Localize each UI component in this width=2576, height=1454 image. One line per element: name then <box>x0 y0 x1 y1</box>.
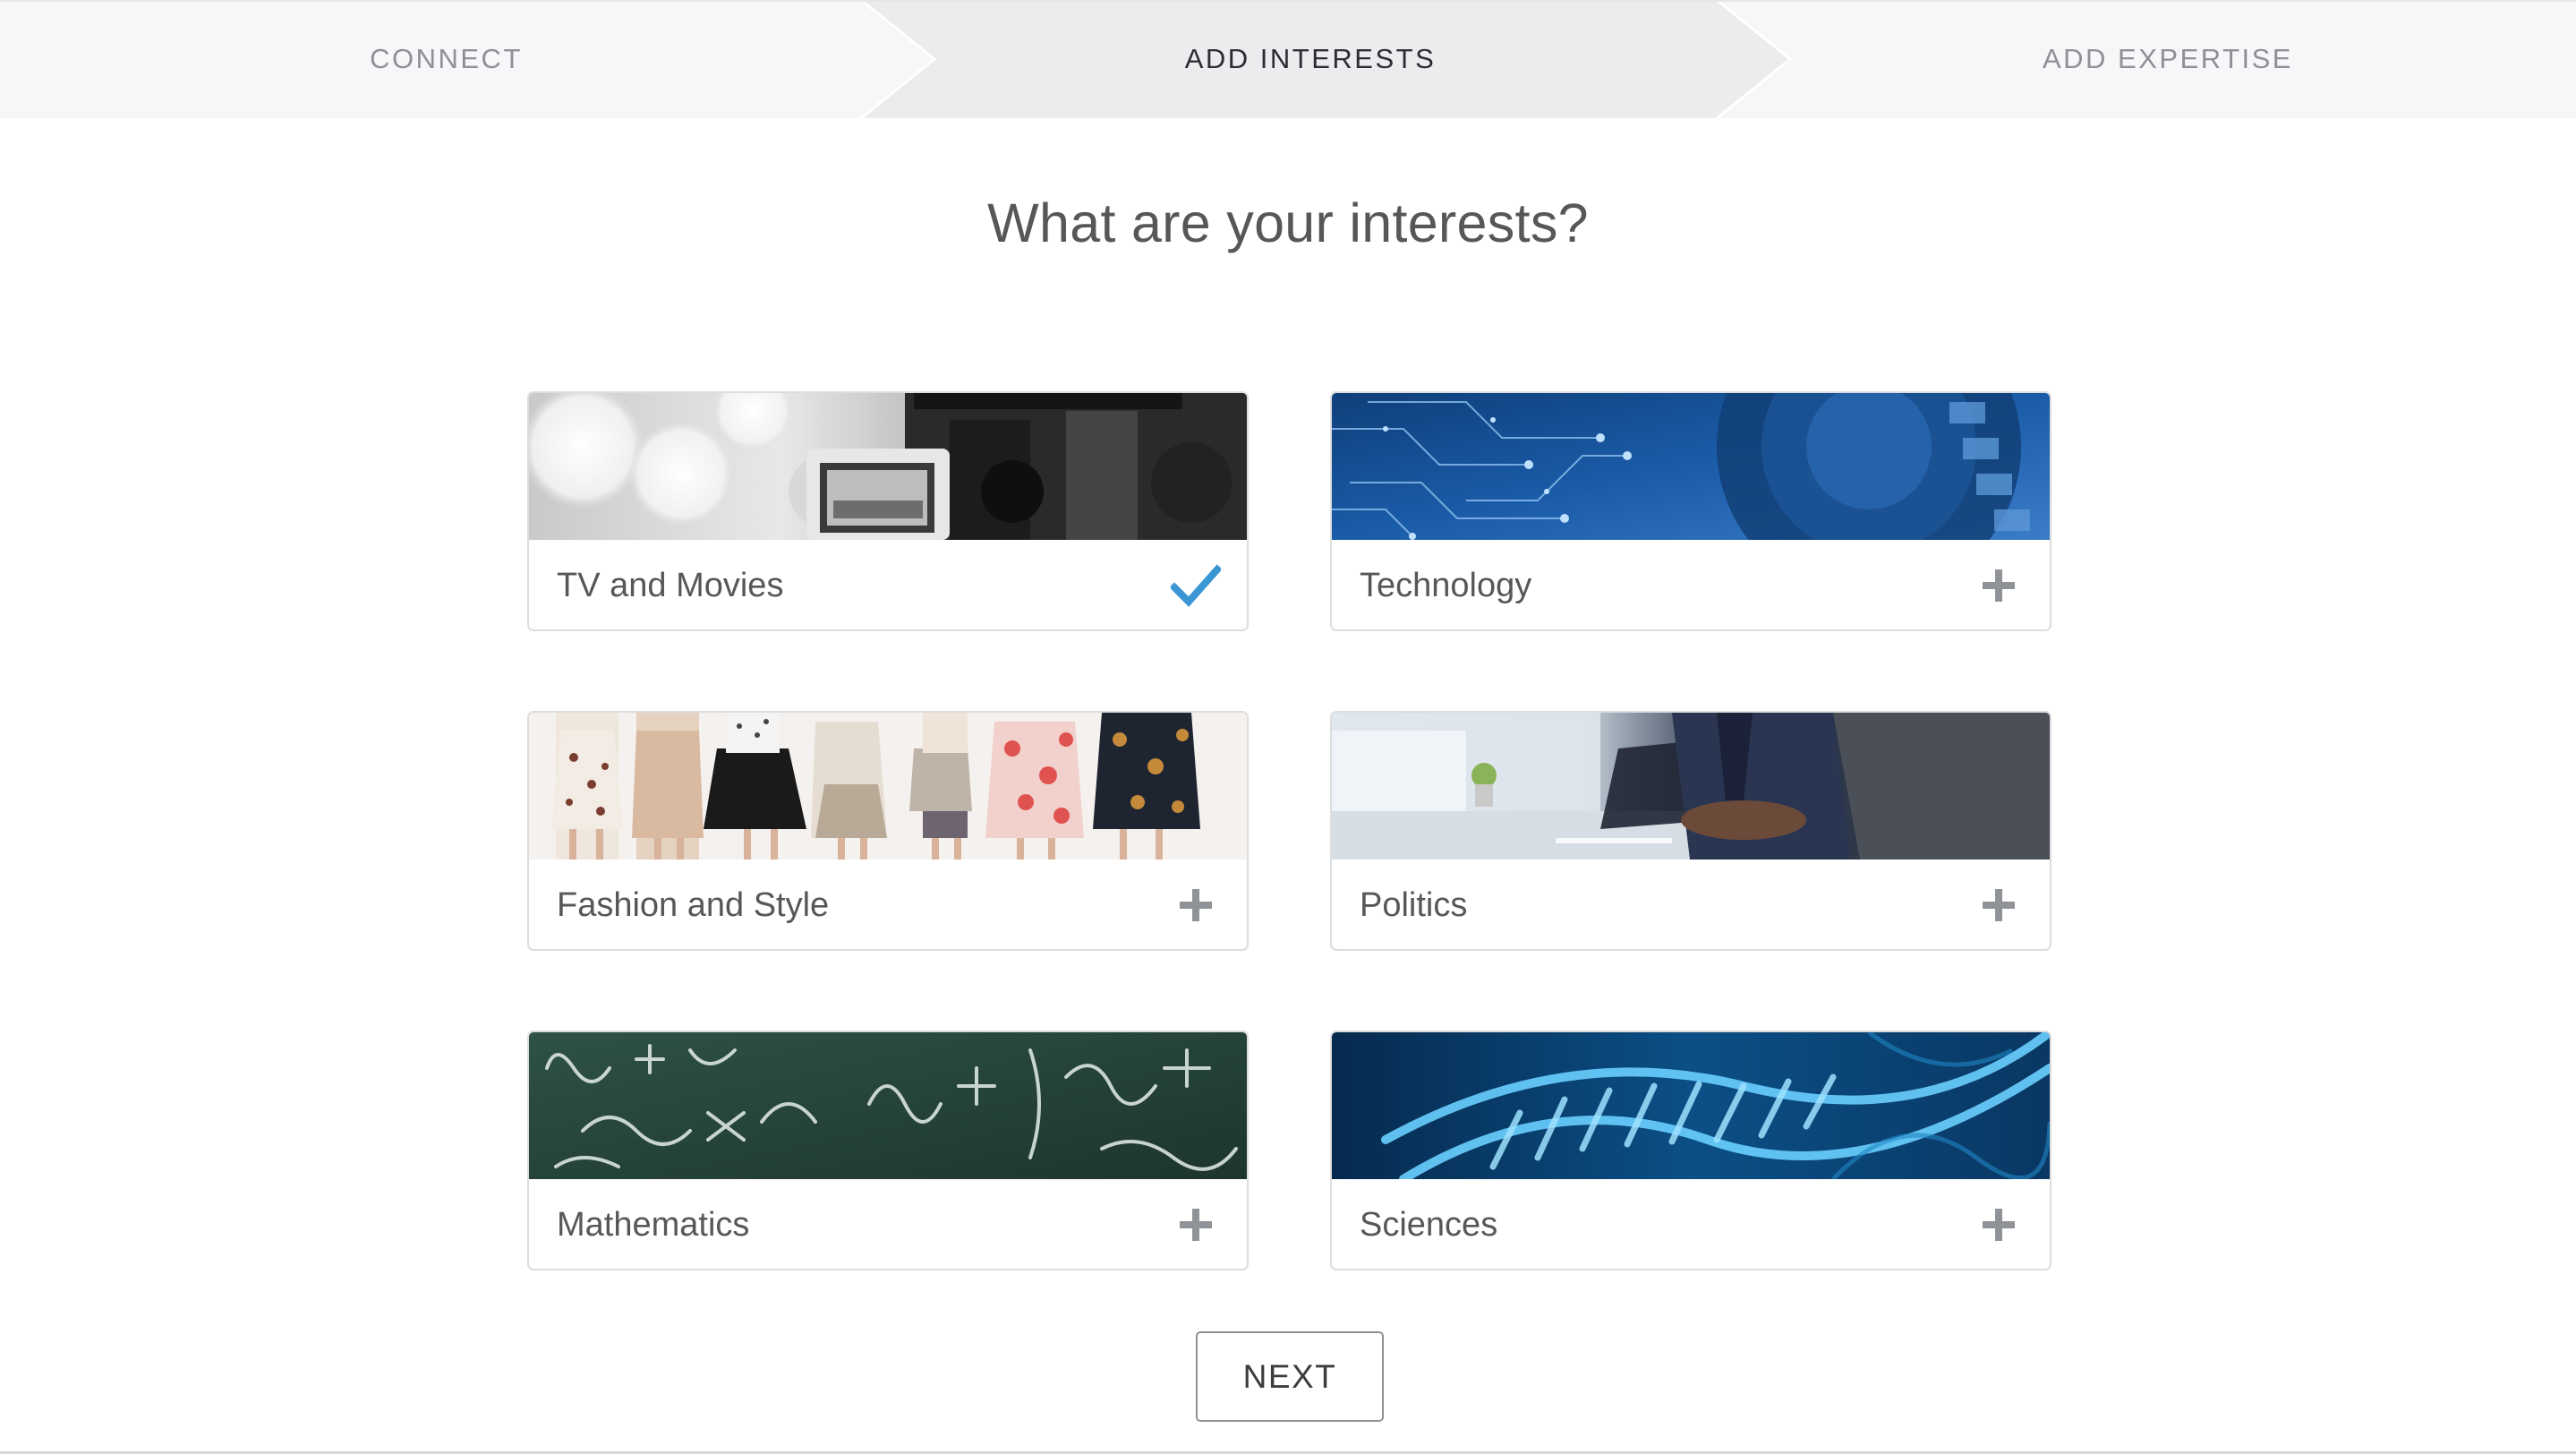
interest-card-politics[interactable]: Politics <box>1330 711 2051 951</box>
next-button[interactable]: NEXT <box>1196 1331 1384 1422</box>
step-connect-label: CONNECT <box>370 43 523 74</box>
progress-stepper: CONNECT ADD INTERESTS ADD EXPERTISE <box>0 0 2576 118</box>
mathematics-banner-image <box>529 1032 1247 1179</box>
step-add-interests-label: ADD INTERESTS <box>1184 43 1437 74</box>
politics-banner-image <box>1332 713 2050 860</box>
interest-label: TV and Movies <box>557 566 784 604</box>
plus-icon <box>1973 560 2025 612</box>
interest-card-mathematics[interactable]: Mathematics <box>527 1031 1249 1270</box>
interest-card-technology[interactable]: Technology <box>1330 391 2051 631</box>
interest-label: Technology <box>1360 566 1532 604</box>
interest-label: Mathematics <box>557 1205 750 1244</box>
interest-card-tv-and-movies[interactable]: TV and Movies <box>527 391 1249 631</box>
interests-onboarding-page: CONNECT ADD INTERESTS ADD EXPERTISE What… <box>0 0 2576 1454</box>
interest-card-sciences[interactable]: Sciences <box>1330 1031 2051 1270</box>
technology-banner-image <box>1332 393 2050 540</box>
step-add-expertise[interactable]: ADD EXPERTISE <box>1760 0 2576 118</box>
page-title: What are your interests? <box>987 192 1589 253</box>
plus-icon <box>1170 879 1222 931</box>
plus-icon <box>1170 1199 1222 1251</box>
fashion-banner-image <box>529 713 1247 860</box>
interest-label: Sciences <box>1360 1205 1498 1244</box>
interest-label: Fashion and Style <box>557 885 830 924</box>
step-connect[interactable]: CONNECT <box>0 0 892 118</box>
step-add-interests[interactable]: ADD INTERESTS <box>861 0 1760 118</box>
plus-icon <box>1973 879 2025 931</box>
step-add-expertise-label: ADD EXPERTISE <box>2042 43 2293 74</box>
tv-movies-banner-image <box>529 393 1247 540</box>
interest-card-fashion-and-style[interactable]: Fashion and Style <box>527 711 1249 951</box>
sciences-banner-image <box>1332 1032 2050 1179</box>
plus-icon <box>1973 1199 2025 1251</box>
interest-label: Politics <box>1360 885 1468 924</box>
check-icon <box>1170 560 1222 612</box>
